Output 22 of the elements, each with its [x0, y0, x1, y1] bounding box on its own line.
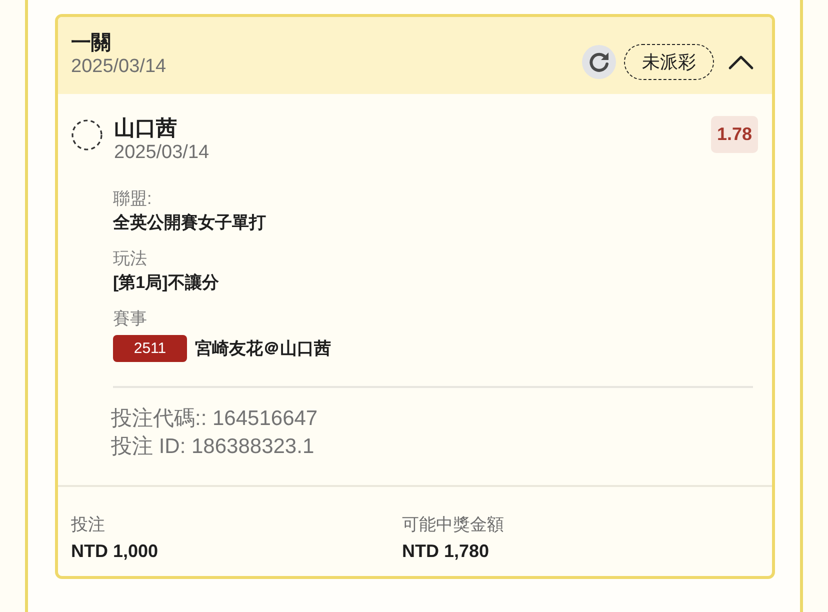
- caret-icon[interactable]: [728, 54, 754, 70]
- field-value: [第1局]不讓分: [113, 272, 220, 294]
- refresh-icon[interactable]: [582, 45, 616, 79]
- dashed-circle-icon: [71, 119, 103, 151]
- event-code-badge: 2511: [113, 335, 187, 362]
- bet-date: 2025/03/14: [71, 56, 166, 78]
- selection-name: 山口茜: [114, 116, 178, 142]
- total-label: 投注: [71, 514, 106, 536]
- status-tag: 未派彩: [624, 44, 714, 80]
- bet-reference: 投注 ID: 186388323.1: [111, 434, 316, 460]
- selection-date: 2025/03/14: [114, 142, 210, 164]
- field-label: 聯盟:: [113, 188, 153, 210]
- field-label: 玩法: [113, 248, 148, 270]
- bet-reference: 投注代碼:: 164516647: [111, 406, 319, 432]
- match-name: 宮崎友花＠山口茜: [195, 338, 331, 360]
- odds-badge: 1.78: [710, 116, 758, 153]
- total-value: NTD 1,780: [402, 540, 490, 563]
- field-value: 全英公開賽女子單打: [113, 212, 267, 234]
- total-label: 可能中獎金額: [402, 514, 505, 536]
- total-value: NTD 1,000: [71, 540, 160, 563]
- field-label: 賽事: [113, 308, 148, 330]
- bet-type-title: 一關: [71, 31, 112, 56]
